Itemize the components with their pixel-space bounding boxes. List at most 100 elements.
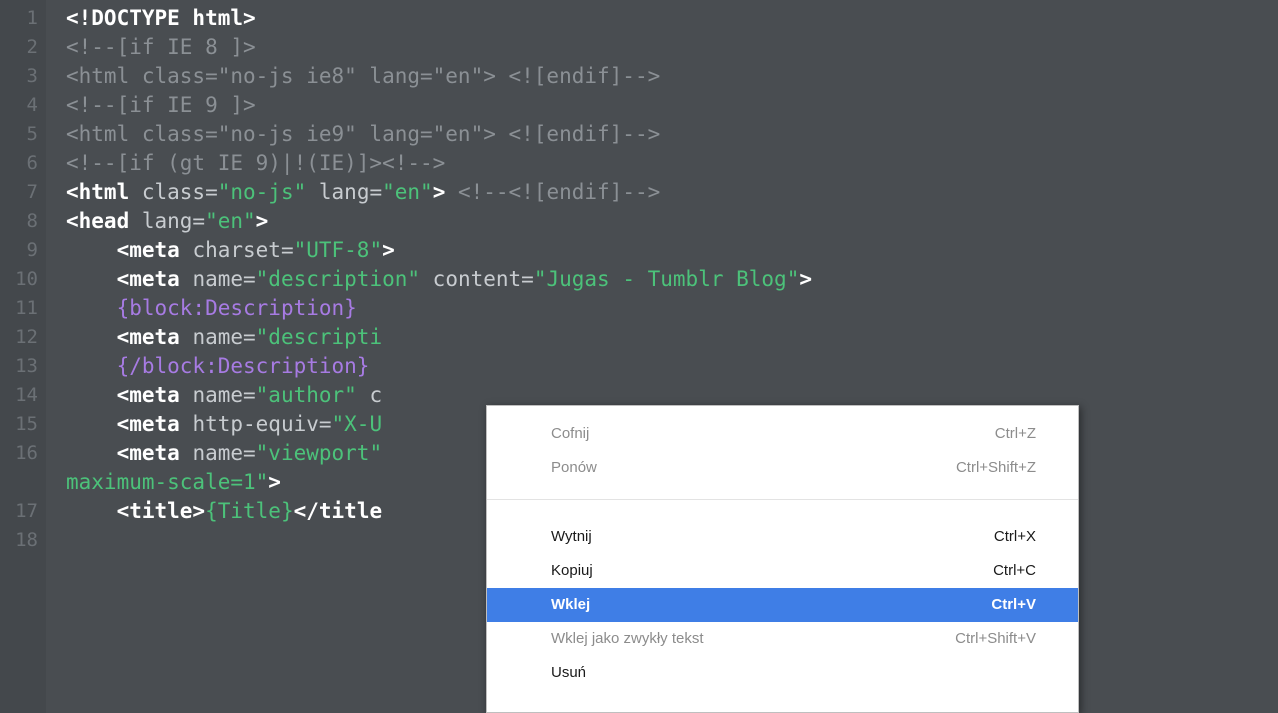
menu-item-label: Cofnij <box>551 425 590 442</box>
line-number: 13 <box>15 355 38 377</box>
code-token: <meta <box>116 238 180 262</box>
code-token: > <box>268 470 281 494</box>
code-token: content= <box>420 267 534 291</box>
code-token: <meta <box>116 325 180 349</box>
code-text: maximum-scale=1"> <box>66 468 281 497</box>
line-number: 5 <box>26 123 38 145</box>
code-text: <meta http-equiv="X-U <box>66 410 383 439</box>
code-token: {Title} <box>205 499 294 523</box>
code-line-8[interactable]: 8 <head lang="en"> <box>0 207 1278 236</box>
line-number: 1 <box>26 7 38 29</box>
code-token: name= <box>179 325 256 349</box>
code-token: <title> <box>116 499 206 523</box>
menu-item-shortcut: Ctrl+Shift+Z <box>955 459 1036 476</box>
line-number: 8 <box>26 210 38 232</box>
menu-item-kopiuj[interactable]: Kopiuj Ctrl+C <box>487 554 1078 588</box>
menu-item-shortcut: Ctrl+V <box>991 596 1036 613</box>
code-text: <html class="no-js ie9" lang="en"> <![en… <box>66 120 660 149</box>
line-number: 17 <box>15 500 38 522</box>
code-token: "viewport" <box>255 441 383 465</box>
line-number: 14 <box>15 384 38 406</box>
code-token: name= <box>179 383 256 407</box>
code-text: <html class="no-js" lang="en"> <!--<![en… <box>66 178 660 207</box>
code-text: {/block:Description} <box>66 352 370 381</box>
line-number: 2 <box>26 36 38 58</box>
code-line-4[interactable]: 4 <!--[if IE 9 ]> <box>0 91 1278 120</box>
code-token: <!--[if IE 9 ]> <box>66 93 256 117</box>
code-token: > <box>432 180 446 204</box>
menu-item-usu[interactable]: Usuń <box>487 656 1078 690</box>
menu-item-shortcut: Ctrl+Z <box>994 425 1036 442</box>
code-token: http-equiv= <box>179 412 332 436</box>
code-text: <meta name="description" content="Jugas … <box>66 265 812 294</box>
code-line-6[interactable]: 6 <!--[if (gt IE 9)|!(IE)]><!--> <box>0 149 1278 178</box>
code-token: <head <box>66 209 130 233</box>
line-number: 15 <box>15 413 38 435</box>
code-line-9[interactable]: 9 <meta charset="UTF-8"> <box>0 236 1278 265</box>
code-line-13[interactable]: 13 {/block:Description} <box>0 352 1278 381</box>
code-token: lang= <box>306 180 383 204</box>
code-text: <html class="no-js ie8" lang="en"> <![en… <box>66 62 660 91</box>
code-token: > <box>255 209 269 233</box>
code-token: <meta <box>116 383 180 407</box>
code-token: "author" <box>255 383 357 407</box>
code-token: <html class="no-js ie8" lang="en"> <![en… <box>66 64 661 88</box>
code-token: lang= <box>129 209 206 233</box>
code-token: <meta <box>116 412 180 436</box>
menu-item-wytnij[interactable]: Wytnij Ctrl+X <box>487 520 1078 554</box>
code-token: <html <box>66 180 130 204</box>
code-token: "no-js" <box>217 180 307 204</box>
line-number: 12 <box>15 326 38 348</box>
code-token: "UTF-8" <box>293 238 383 262</box>
code-line-1[interactable]: 1 <!DOCTYPE html> <box>0 4 1278 33</box>
menu-item-wklej-jako-zwyk-y-tekst: Wklej jako zwykły tekst Ctrl+Shift+V <box>487 622 1078 656</box>
context-menu: Cofnij Ctrl+Z Ponów Ctrl+Shift+Z Wytnij Ctrl+… <box>486 405 1079 713</box>
code-line-11[interactable]: 11 {block:Description} <box>0 294 1278 323</box>
menu-item-cofnij: Cofnij Ctrl+Z <box>487 417 1078 451</box>
code-token: class= <box>129 180 218 204</box>
line-number: 9 <box>26 239 38 261</box>
code-token: maximum-scale=1" <box>66 470 269 494</box>
code-text: <!--[if IE 9 ]> <box>66 91 256 120</box>
code-text: <meta name="author" c <box>66 381 383 410</box>
code-token: charset= <box>179 238 294 262</box>
menu-item-shortcut: Ctrl+C <box>993 562 1036 579</box>
line-number: 3 <box>26 65 38 87</box>
menu-item-wklej[interactable]: Wklej Ctrl+V <box>487 588 1078 622</box>
menu-item-pon-w: Ponów Ctrl+Shift+Z <box>487 451 1078 485</box>
code-token: <meta <box>116 267 180 291</box>
code-text: <meta charset="UTF-8"> <box>66 236 395 265</box>
menu-item-shortcut: Ctrl+X <box>993 528 1036 545</box>
code-token: c <box>356 383 383 407</box>
line-number: 16 <box>15 442 38 464</box>
menu-item-label: Usuń <box>551 664 587 681</box>
menu-item-label: Wytnij <box>551 528 592 545</box>
code-text: <head lang="en"> <box>66 207 268 236</box>
code-token: <!--[if IE 8 ]> <box>66 35 256 59</box>
code-token: <html class="no-js ie9" lang="en"> <![en… <box>66 122 661 146</box>
code-line-3[interactable]: 3 <html class="no-js ie8" lang="en"> <![e… <box>0 62 1278 91</box>
code-token: "en" <box>205 209 256 233</box>
code-text: {block:Description} <box>66 294 357 323</box>
code-token: </title <box>293 499 383 523</box>
code-line-12[interactable]: 12 <meta name="descripti <box>0 323 1278 352</box>
code-token: > <box>799 267 812 291</box>
line-number: 4 <box>26 94 38 116</box>
code-token: "descripti <box>255 325 383 349</box>
code-text: <!DOCTYPE html> <box>66 4 256 33</box>
line-number: 18 <box>15 529 38 551</box>
code-token: name= <box>179 267 256 291</box>
code-text: <!--[if IE 8 ]> <box>66 33 256 62</box>
menu-item-label: Wklej <box>551 596 591 613</box>
code-line-7[interactable]: 7 <html class="no-js" lang="en"> <!--<![e… <box>0 178 1278 207</box>
menu-item-shortcut: Ctrl+Shift+V <box>955 630 1036 647</box>
code-line-10[interactable]: 10 <meta name="description" content="Jug… <box>0 265 1278 294</box>
code-line-5[interactable]: 5 <html class="no-js ie9" lang="en"> <![e… <box>0 120 1278 149</box>
code-line-2[interactable]: 2 <!--[if IE 8 ]> <box>0 33 1278 62</box>
